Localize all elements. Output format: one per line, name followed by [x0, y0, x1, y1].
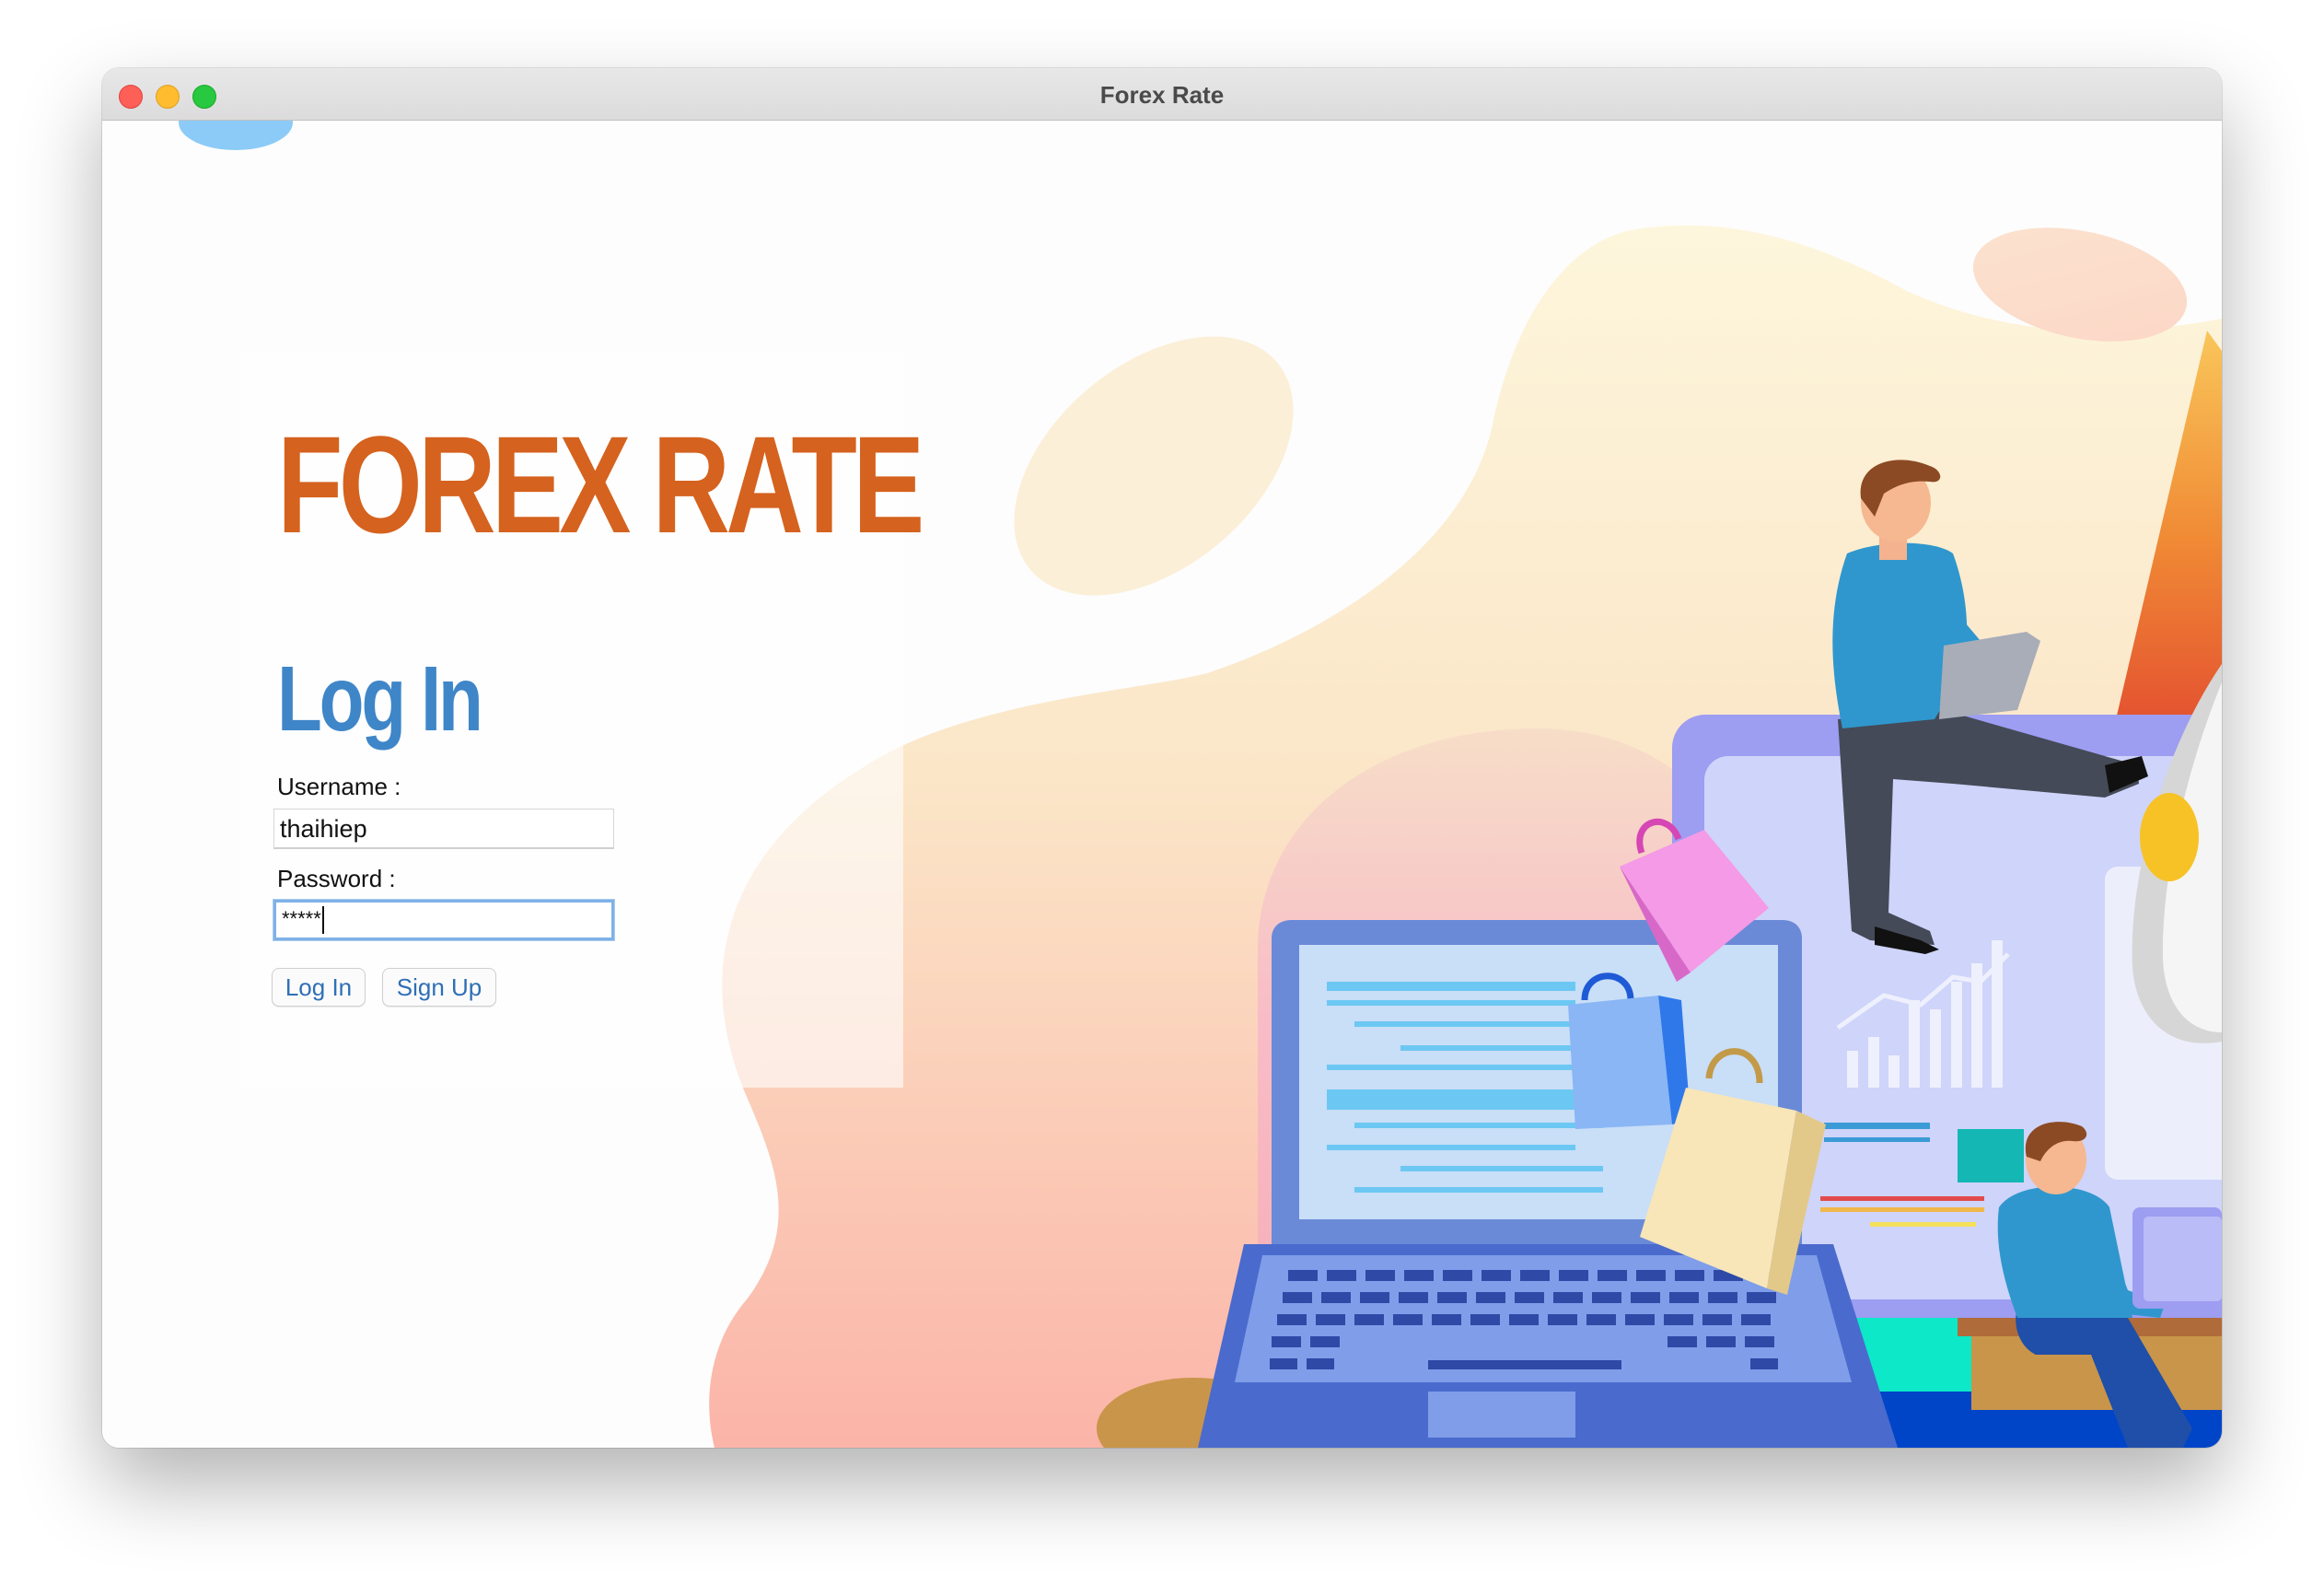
blue-bag-icon — [1568, 973, 1691, 1129]
password-input[interactable]: ***** — [273, 900, 614, 940]
login-button[interactable]: Log In — [272, 968, 366, 1007]
window-title: Forex Rate — [1099, 81, 1225, 109]
brand-title: FOREX RATE — [277, 407, 924, 562]
signup-button[interactable]: Sign Up — [382, 968, 496, 1007]
password-label: Password : — [277, 865, 396, 892]
password-value: ***** — [282, 906, 321, 930]
laptop-trackpad — [1428, 1392, 1575, 1438]
login-heading: Log In — [277, 647, 483, 751]
username-input[interactable]: thaihiep — [273, 809, 614, 849]
text-caret — [321, 906, 324, 934]
blue-blob-shape — [179, 121, 293, 150]
username-value: thaihiep — [280, 815, 367, 843]
teal-square — [1958, 1129, 2024, 1182]
username-label: Username : — [277, 773, 401, 800]
login-screen: FOREX RATE Log In Username : thaihiep Pa… — [102, 121, 2222, 1448]
floating-blob — [1014, 336, 1294, 596]
megaphone-bell — [2140, 793, 2199, 881]
title-bar[interactable]: Forex Rate — [102, 68, 2222, 121]
app-window: Forex Rate FOREX RATE Log In Username: … — [102, 68, 2222, 1448]
